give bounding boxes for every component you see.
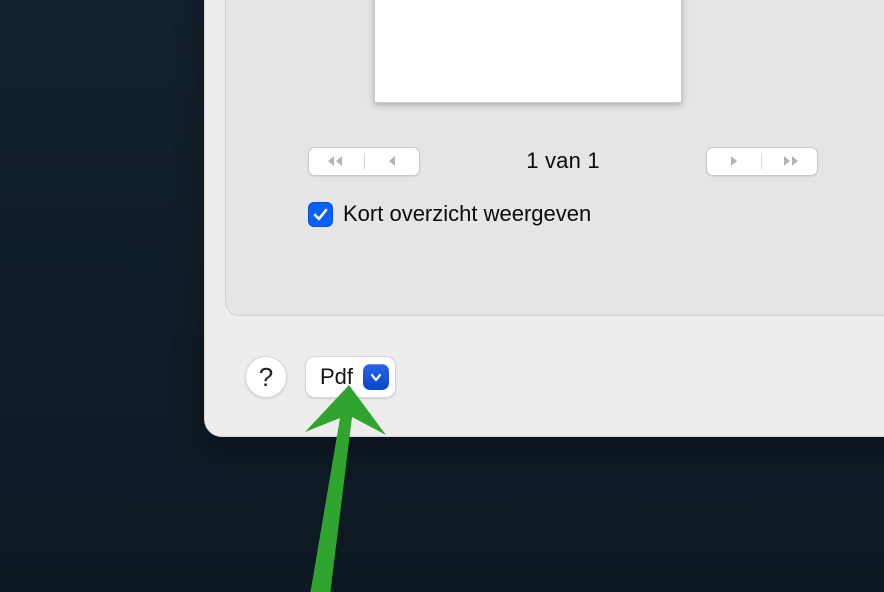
page-indicator-label: 1 van 1: [526, 148, 600, 174]
preview-page: [374, 0, 682, 103]
double-right-icon: [779, 155, 801, 167]
check-icon: [312, 206, 329, 223]
preview-panel: 1 van 1: [225, 0, 884, 316]
pdf-dropdown-label: Pdf: [320, 364, 353, 390]
pager-forward-group[interactable]: [706, 147, 818, 176]
print-dialog-window: 1 van 1: [204, 0, 884, 437]
first-page-button[interactable]: [309, 155, 364, 167]
show-summary-label: Kort overzicht weergeven: [343, 201, 591, 227]
pager-back-group[interactable]: [308, 147, 420, 176]
left-icon: [386, 155, 398, 167]
show-summary-checkbox[interactable]: [308, 202, 333, 227]
prev-page-button[interactable]: [365, 155, 420, 167]
double-left-icon: [325, 155, 347, 167]
pdf-dropdown-button[interactable]: Pdf: [305, 356, 396, 398]
desktop-background: 1 van 1: [0, 0, 884, 592]
help-button[interactable]: ?: [245, 356, 287, 398]
show-summary-row: Kort overzicht weergeven: [308, 201, 591, 227]
next-page-button[interactable]: [707, 155, 762, 167]
pager: 1 van 1: [308, 143, 818, 179]
dialog-footer: ? Pdf: [245, 356, 396, 398]
last-page-button[interactable]: [762, 155, 817, 167]
chevron-down-icon: [363, 364, 389, 390]
right-icon: [728, 155, 740, 167]
